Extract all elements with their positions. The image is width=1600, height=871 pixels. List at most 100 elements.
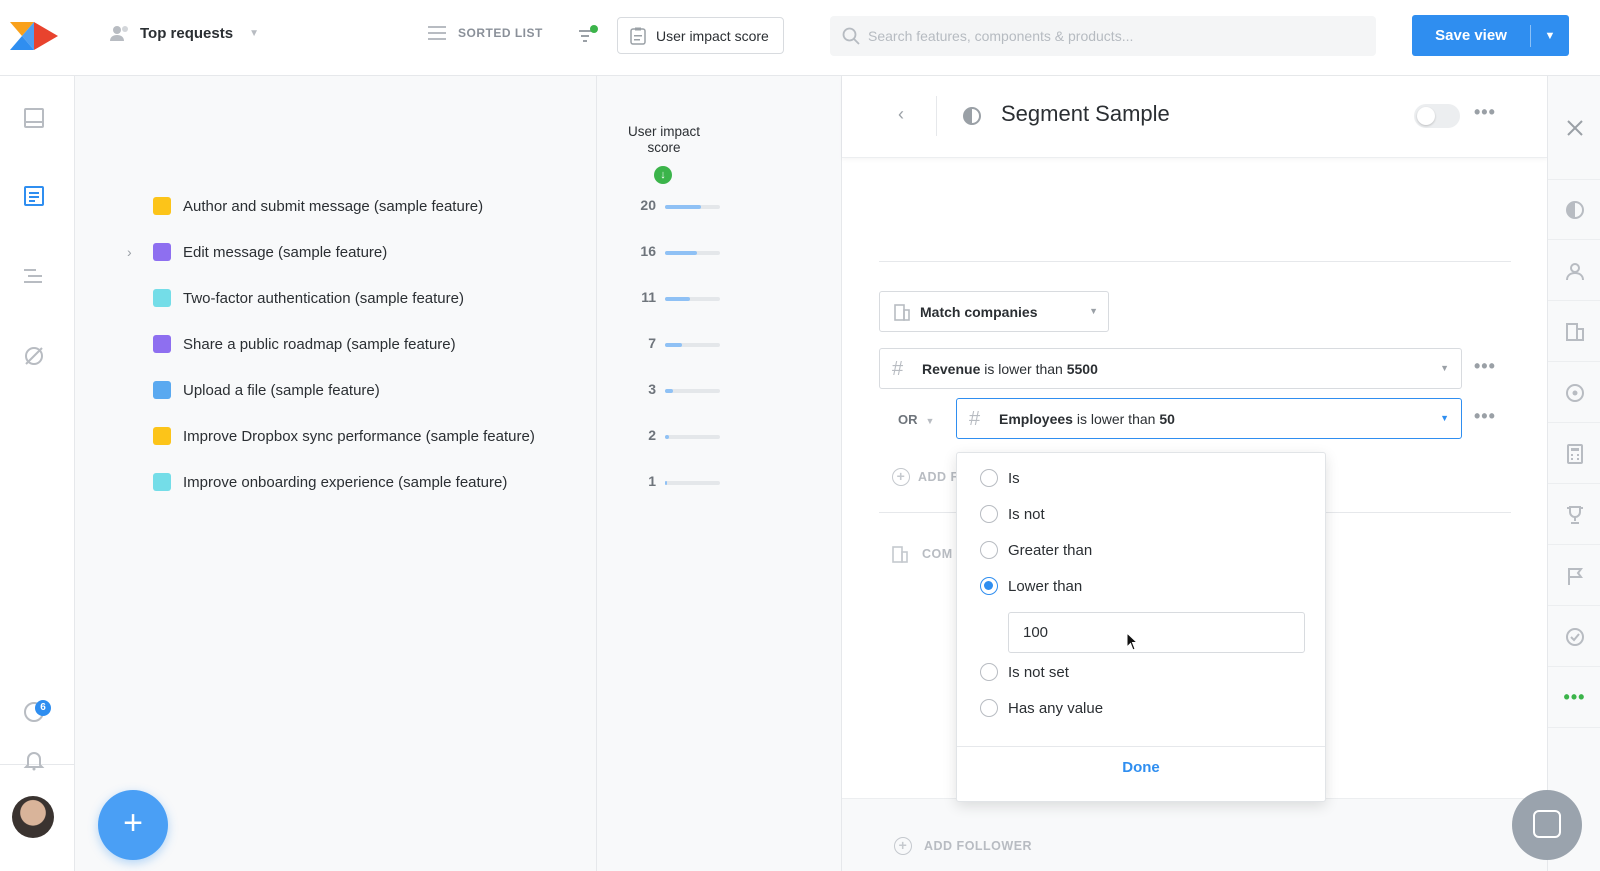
condition-revenue[interactable]: # Revenue is lower than 5500 ▼: [879, 348, 1462, 389]
feature-name[interactable]: Edit message (sample feature): [183, 244, 387, 261]
feature-name[interactable]: Two-factor authentication (sample featur…: [183, 290, 464, 307]
filter-icon[interactable]: [577, 24, 599, 46]
status-color-swatch: [153, 335, 171, 353]
chat-launcher-button[interactable]: [1512, 790, 1582, 860]
feature-name[interactable]: Share a public roadmap (sample feature): [183, 336, 456, 353]
radio-button[interactable]: [980, 577, 998, 595]
operator-option[interactable]: Is not set: [980, 663, 1069, 681]
score-bar-fill: [665, 389, 674, 393]
inbox-icon[interactable]: [22, 106, 46, 130]
radio-button[interactable]: [980, 469, 998, 487]
building-icon: [1565, 322, 1584, 341]
score-bar: [665, 481, 720, 485]
rail-user[interactable]: [1548, 241, 1600, 301]
chevron-down-icon: ▼: [249, 27, 259, 39]
user-impact-score-button[interactable]: User impact score: [617, 17, 784, 54]
list-icon: [428, 26, 446, 40]
feature-row[interactable]: Two-factor authentication (sample featur…: [75, 275, 597, 321]
radio-button[interactable]: [980, 541, 998, 559]
feature-name[interactable]: Upload a file (sample feature): [183, 382, 380, 399]
chevron-down-icon[interactable]: ▼: [1531, 30, 1569, 42]
roadmap-icon[interactable]: [22, 264, 46, 288]
user-avatar[interactable]: [12, 796, 54, 838]
add-filter-button[interactable]: + ADD F: [892, 468, 959, 486]
or-operator-select[interactable]: OR ▼: [898, 412, 934, 427]
rail-check[interactable]: [1548, 607, 1600, 667]
insights-icon[interactable]: [22, 344, 46, 368]
sort-descending-icon[interactable]: ↓: [654, 166, 672, 184]
rail-flag[interactable]: [1548, 546, 1600, 606]
operator-option[interactable]: Greater than: [980, 541, 1092, 559]
feature-row[interactable]: Share a public roadmap (sample feature): [75, 321, 597, 367]
bell-icon[interactable]: [22, 748, 46, 772]
operator-option-label: Is not set: [1008, 663, 1069, 681]
segment-title[interactable]: Segment Sample: [1001, 101, 1170, 127]
score-bar-fill: [665, 297, 690, 301]
score-bar: [665, 389, 720, 393]
match-companies-dropdown[interactable]: Match companies ▼: [879, 291, 1109, 332]
segment-toggle[interactable]: [1414, 104, 1460, 128]
rail-target[interactable]: [1548, 363, 1600, 423]
plus-circle-icon: +: [894, 837, 912, 855]
add-feature-button[interactable]: +: [98, 790, 168, 860]
score-bar: [665, 205, 720, 209]
feature-name[interactable]: Author and submit message (sample featur…: [183, 198, 483, 215]
chevron-down-icon: ▼: [1089, 306, 1098, 316]
add-follower-button[interactable]: + ADD FOLLOWER: [894, 837, 1032, 855]
condition-employees[interactable]: # Employees is lower than 50 ▼: [956, 398, 1462, 439]
app-logo[interactable]: [8, 18, 60, 54]
companies-section[interactable]: COM: [890, 544, 953, 564]
popup-divider: [957, 746, 1325, 747]
score-value: 20: [640, 197, 656, 213]
radio-button[interactable]: [980, 699, 998, 717]
notification-count-badge: 6: [35, 700, 51, 716]
operator-option[interactable]: Has any value: [980, 699, 1103, 717]
status-color-swatch: [153, 473, 171, 491]
rail-trophy[interactable]: [1548, 485, 1600, 545]
rail-more[interactable]: •••: [1548, 668, 1600, 728]
users-icon: [110, 26, 128, 41]
score-column: User impact score ↓ 20 16 11 7 3 2 1: [597, 76, 842, 871]
sorted-list-toggle[interactable]: SORTED LIST: [428, 26, 543, 40]
operator-option[interactable]: Lower than: [980, 577, 1082, 595]
operator-option[interactable]: Is not: [980, 505, 1045, 523]
radio-button[interactable]: [980, 505, 998, 523]
search-bar: [830, 16, 1376, 56]
operator-option[interactable]: Is: [980, 469, 1020, 487]
rail-segment[interactable]: [1548, 180, 1600, 240]
condition-value-input[interactable]: [1008, 612, 1305, 653]
score-bar-fill: [665, 251, 697, 255]
more-options-icon[interactable]: •••: [1474, 102, 1496, 123]
score-bar: [665, 435, 720, 439]
feature-row[interactable]: Author and submit message (sample featur…: [75, 183, 597, 229]
feature-row[interactable]: Improve onboarding experience (sample fe…: [75, 459, 597, 505]
score-row: 2: [597, 413, 842, 459]
condition-text: Employees is lower than 50: [999, 410, 1175, 427]
done-button[interactable]: Done: [957, 759, 1325, 776]
feature-row[interactable]: Improve Dropbox sync performance (sample…: [75, 413, 597, 459]
view-selector[interactable]: Top requests ▼: [110, 24, 259, 42]
expand-chevron-icon[interactable]: ›: [127, 244, 132, 260]
segment-icon: [963, 107, 981, 125]
score-row: 1: [597, 459, 842, 505]
search-input[interactable]: [868, 28, 1348, 44]
feature-name[interactable]: Improve onboarding experience (sample fe…: [183, 474, 507, 491]
score-bar: [665, 343, 720, 347]
back-chevron-icon[interactable]: ‹: [898, 104, 904, 125]
score-column-header[interactable]: User impact score: [619, 124, 709, 156]
building-icon: [894, 304, 910, 321]
close-panel-button[interactable]: [1548, 76, 1600, 180]
feature-row[interactable]: Upload a file (sample feature): [75, 367, 597, 413]
condition-more-icon[interactable]: •••: [1474, 406, 1496, 427]
rail-company[interactable]: [1548, 302, 1600, 362]
operator-option-label: Greater than: [1008, 541, 1093, 559]
feature-row[interactable]: › Edit message (sample feature): [75, 229, 597, 275]
rail-calculator[interactable]: [1548, 424, 1600, 484]
features-icon[interactable]: [22, 184, 46, 208]
save-view-button[interactable]: Save view ▼: [1412, 15, 1569, 56]
condition-more-icon[interactable]: •••: [1474, 356, 1496, 377]
condition-text: Revenue is lower than 5500: [922, 360, 1098, 377]
score-value: 11: [641, 289, 656, 305]
radio-button[interactable]: [980, 663, 998, 681]
feature-name[interactable]: Improve Dropbox sync performance (sample…: [183, 428, 535, 445]
